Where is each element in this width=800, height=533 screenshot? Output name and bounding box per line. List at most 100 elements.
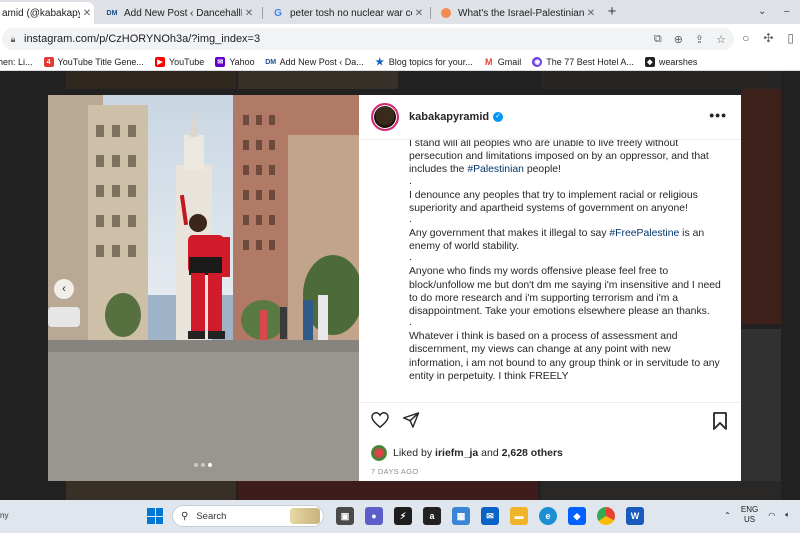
yahoo-icon: ✉: [215, 57, 226, 67]
liker-username-link[interactable]: iriefm_ja: [435, 447, 478, 459]
bookmark-item[interactable]: DM Add New Post ‹ Da...: [265, 57, 364, 67]
new-tab-button[interactable]: +: [603, 3, 621, 21]
extension-circle-icon[interactable]: ○: [742, 31, 749, 45]
url-text[interactable]: instagram.com/p/CzHORYNOh3a/?img_index=3: [24, 33, 654, 45]
post-timestamp[interactable]: 7 DAYS AGO: [371, 467, 418, 476]
close-icon[interactable]: ✕: [584, 8, 598, 19]
wifi-icon[interactable]: ◠: [768, 511, 775, 520]
more-options-icon[interactable]: •••: [709, 107, 727, 123]
post-modal: ‹ kabakapyramid ✓ ••• I stand will all p…: [48, 95, 741, 481]
caption-paragraph: Anyone who finds my words offensive plea…: [409, 266, 721, 318]
edge-icon[interactable]: e: [539, 507, 557, 525]
post-header: kabakapyramid ✓ •••: [359, 95, 741, 140]
windows-taskbar: ny ⚲ Search ▣ ● ⚡︎ a ▦ ✉ ▬ e ◆ W ⌃ ENG U…: [0, 500, 800, 533]
caption-paragraph: I denounce any peoples that try to imple…: [409, 189, 698, 214]
likes-count-link[interactable]: 2,628 others: [502, 447, 563, 459]
carousel-dot-active: [208, 463, 212, 467]
windows-start-icon[interactable]: [147, 508, 163, 524]
hashtag-link[interactable]: #Palestinian: [467, 164, 524, 175]
chevron-up-icon[interactable]: ⌃: [724, 511, 731, 520]
language-indicator[interactable]: ENG US: [741, 505, 758, 525]
gmail-icon: M: [485, 57, 493, 67]
tab-instagram[interactable]: amid (@kabakapyram ✕: [0, 2, 94, 24]
store-icon[interactable]: ▦: [452, 507, 470, 525]
taskbar-left-text: ny: [0, 511, 9, 520]
install-app-icon[interactable]: ⧉: [654, 33, 662, 46]
username-link[interactable]: kabakapyramid: [409, 111, 489, 123]
bookmark-item[interactable]: 4 YouTube Title Gene...: [43, 57, 144, 67]
bookmark-item[interactable]: ▶ YouTube: [154, 57, 204, 67]
bookmark-item[interactable]: hen: Li...: [0, 57, 33, 67]
tab-google-search[interactable]: G peter tosh no nuclear war conc ✕: [266, 2, 426, 24]
address-bar[interactable]: 🔒︎ instagram.com/p/CzHORYNOh3a/?img_inde…: [2, 28, 734, 50]
mail-icon[interactable]: ✉: [481, 507, 499, 525]
bookmark-item[interactable]: M Gmail: [484, 57, 521, 67]
amazon-icon[interactable]: a: [423, 507, 441, 525]
teams-chat-icon[interactable]: ●: [365, 507, 383, 525]
terminal-icon[interactable]: ⚡︎: [394, 507, 412, 525]
caption-separator: .: [409, 317, 412, 329]
verified-badge-icon: ✓: [493, 112, 504, 122]
bookmark-item[interactable]: ★ Blog topics for your...: [375, 56, 473, 68]
lock-icon[interactable]: 🔒︎: [2, 34, 24, 45]
tab-israel-palestinian[interactable]: What's the Israel-Palestinian con ✕: [434, 2, 598, 24]
bookmark-item[interactable]: ◆ wearshes: [644, 57, 697, 67]
bookmark-star-icon[interactable]: ☆: [716, 33, 726, 46]
post-actions: Liked by iriefm_ja and 2,628 others 7 DA…: [359, 402, 741, 481]
chrome-icon[interactable]: [597, 507, 615, 525]
dm-icon: DM: [106, 9, 118, 17]
task-view-icon[interactable]: ▣: [336, 507, 354, 525]
tab-search-icon[interactable]: ⌄: [758, 0, 766, 24]
street-scene: [48, 95, 359, 481]
youtube-icon: ▶: [154, 57, 165, 67]
minimize-icon[interactable]: –: [784, 0, 790, 24]
dropbox-icon[interactable]: ◆: [568, 507, 586, 525]
share-icon[interactable]: ⇪: [695, 33, 704, 46]
zoom-icon[interactable]: ⊕: [674, 33, 683, 46]
dark-square-icon: ◆: [644, 57, 655, 67]
liker-avatar[interactable]: [371, 445, 387, 461]
volume-icon[interactable]: 🔈︎: [785, 510, 790, 520]
bookmarks-bar: hen: Li... 4 YouTube Title Gene... ▶ You…: [0, 54, 800, 71]
post-photo[interactable]: ‹: [48, 95, 359, 481]
caption-separator: .: [409, 175, 412, 187]
side-panel-icon[interactable]: ▯: [787, 31, 794, 45]
post-caption: I stand will all peoples who are unable …: [359, 140, 741, 402]
chevron-left-icon[interactable]: ‹: [54, 279, 74, 299]
tab-divider: [262, 7, 263, 19]
extensions-puzzle-icon[interactable]: ✣: [763, 31, 773, 45]
browser-toolbar: 🔒︎ instagram.com/p/CzHORYNOh3a/?img_inde…: [0, 24, 800, 54]
star-icon: ★: [375, 56, 385, 68]
number-4-icon: 4: [43, 57, 54, 67]
google-icon: G: [274, 7, 282, 19]
like-heart-icon[interactable]: [371, 411, 389, 433]
close-icon[interactable]: ✕: [80, 8, 94, 19]
system-tray: ⌃ ENG US ◠ 🔈︎: [724, 505, 790, 525]
bookmark-item[interactable]: ✉ Yahoo: [215, 57, 255, 67]
tab-strip: amid (@kabakapyram ✕ DM Add New Post ‹ D…: [0, 0, 800, 24]
share-send-icon[interactable]: [403, 412, 420, 433]
close-icon[interactable]: ✕: [412, 8, 426, 19]
word-icon[interactable]: W: [626, 507, 644, 525]
carousel-dot: [201, 463, 205, 467]
orange-circle-icon: [440, 7, 452, 19]
liked-by-line: Liked by iriefm_ja and 2,628 others: [371, 445, 563, 461]
file-explorer-icon[interactable]: ▬: [510, 507, 528, 525]
avatar[interactable]: [371, 103, 399, 131]
tab-divider: [430, 7, 431, 19]
carousel-dots: [194, 463, 212, 467]
search-icon: ⚲: [181, 510, 189, 522]
close-icon[interactable]: ✕: [242, 8, 256, 19]
taskbar-search-box[interactable]: ⚲ Search: [172, 505, 324, 527]
bookmark-item[interactable]: ◉ The 77 Best Hotel A...: [532, 57, 634, 67]
carousel-dot: [194, 463, 198, 467]
tab-dancehallmag[interactable]: DM Add New Post ‹ DancehallMag — ✕: [100, 2, 256, 24]
hashtag-link[interactable]: #FreePalestine: [609, 228, 679, 239]
caption-separator: .: [409, 252, 412, 264]
instagram-page: ‹ kabakapyramid ✓ ••• I stand will all p…: [0, 71, 800, 500]
bookmark-save-icon[interactable]: [713, 412, 727, 430]
dm-icon: DM: [265, 57, 277, 67]
caption-paragraph: Any government that makes it illegal to …: [409, 228, 705, 253]
search-highlight-image: [290, 508, 320, 524]
caption-paragraph: Whatever i think is based on a process o…: [409, 331, 720, 382]
